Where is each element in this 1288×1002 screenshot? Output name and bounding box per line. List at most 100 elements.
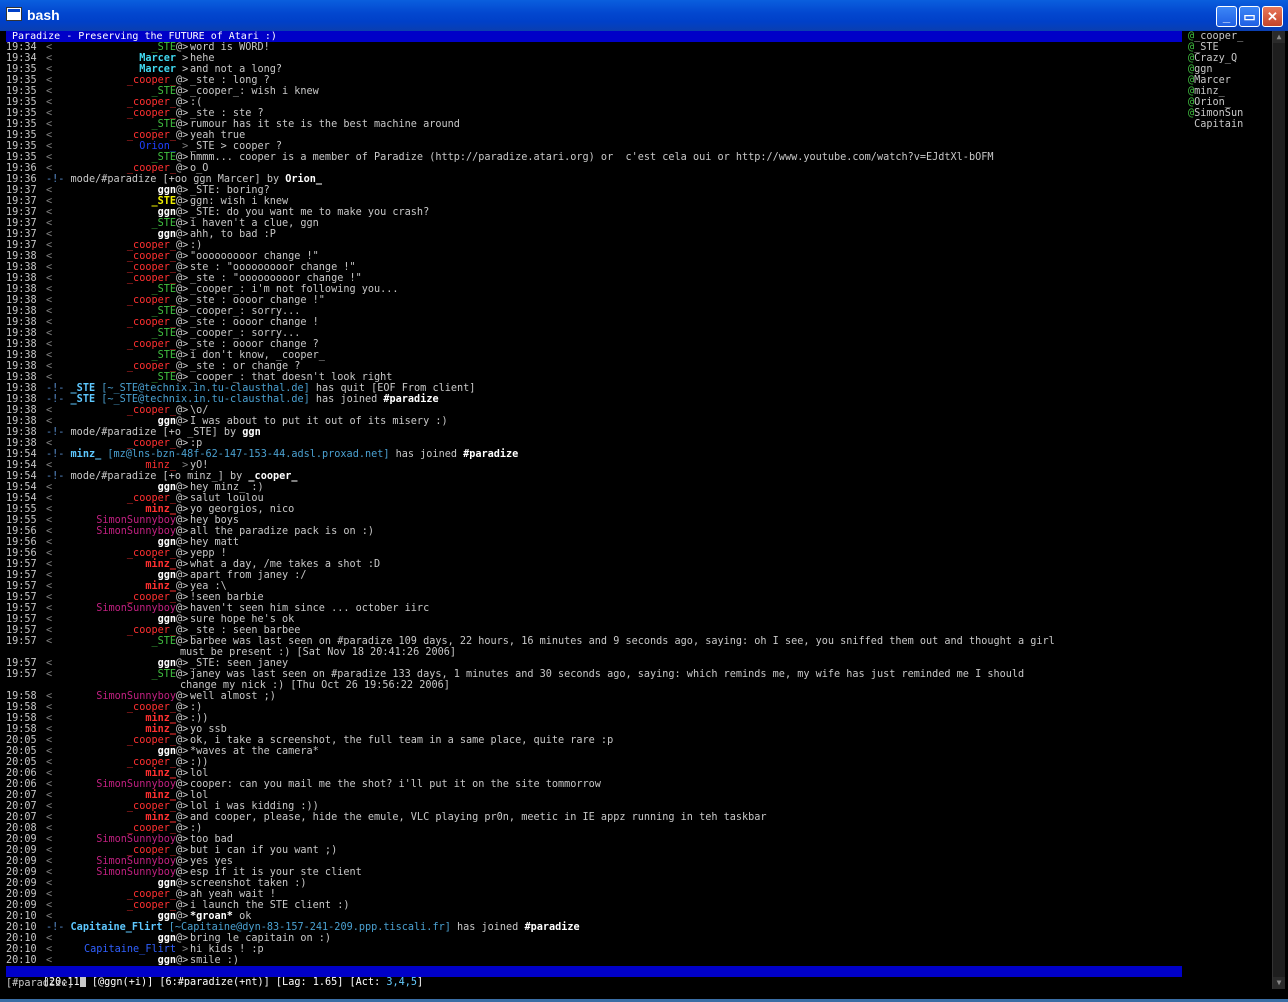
chat-line: 19:38 -!- _STE [~_STE@technix.in.tu-claus… xyxy=(6,383,1182,394)
chat-line: 19:35 < _STE@> rumour has it ste is the be… xyxy=(6,119,1182,130)
message-text: _cooper_: i'm not following you... xyxy=(190,284,399,295)
chat-line: 19:35 < _cooper_@> yeah true xyxy=(6,130,1182,141)
nick-list-item[interactable]: @SimonSun xyxy=(1188,108,1278,119)
nick-list-name: _STE xyxy=(1194,42,1219,53)
message-text: yo georgios, nico xyxy=(190,504,295,515)
timestamp: 20:06 xyxy=(6,779,37,790)
chat-line: 20:05 < _cooper_@> ok, i take a screenshot… xyxy=(6,735,1182,746)
nick-mode: @> xyxy=(176,405,195,416)
event-text: has quit [EOF From client] xyxy=(309,383,476,394)
nick-mode: @> xyxy=(176,130,195,141)
nick-list-item[interactable]: @Orion_ xyxy=(1188,97,1278,108)
scroll-down-icon[interactable]: ▼ xyxy=(1273,977,1285,989)
close-button[interactable]: ✕ xyxy=(1262,6,1283,27)
nick-open-bracket: < xyxy=(46,911,53,922)
timestamp: 20:09 xyxy=(6,889,37,900)
terminal-area[interactable]: Paradize - Preserving the FUTURE of Atar… xyxy=(4,31,1285,1002)
chat-line: 20:10 < ggn@> smile :) xyxy=(6,955,1182,966)
nick-open-bracket: < xyxy=(46,482,53,493)
console-icon xyxy=(6,7,22,21)
nick: _cooper_ xyxy=(126,889,176,900)
chat-line: 19:57 < minz_@> what a day, /me takes a sh… xyxy=(6,559,1182,570)
timestamp: 19:38 xyxy=(6,383,37,394)
nick-mode: @> xyxy=(176,746,195,757)
message-text: *waves at the camera* xyxy=(190,746,319,757)
nick-list-name: minz_ xyxy=(1194,86,1225,97)
minimize-button[interactable]: _ xyxy=(1216,6,1237,27)
nick-open-bracket: < xyxy=(46,86,53,97)
chat-line: 19:38 < _STE@> _cooper_: that doesn't look… xyxy=(6,372,1182,383)
nick-list-item[interactable]: @ggn xyxy=(1188,64,1278,75)
timestamp: 19:57 xyxy=(6,625,37,636)
nick-mode: @> xyxy=(176,295,195,306)
scroll-up-icon[interactable]: ▲ xyxy=(1273,31,1285,43)
chat-line: 20:09 < SimonSunnyboy@> too bad xyxy=(6,834,1182,845)
chat-line: 20:06 < minz_@> lol xyxy=(6,768,1182,779)
command-input[interactable]: [#paradize] xyxy=(6,977,1182,989)
nick-mode: @> xyxy=(176,416,195,427)
nick-mode: @> xyxy=(176,185,195,196)
nick-open-bracket: < xyxy=(46,559,53,570)
nick-list-name: Orion_ xyxy=(1194,97,1231,108)
nick-mode: @> xyxy=(176,229,195,240)
nick-list-item[interactable]: @Marcer xyxy=(1188,75,1278,86)
timestamp: 20:09 xyxy=(6,845,37,856)
chat-line: 19:55 < SimonSunnyboy@> hey boys xyxy=(6,515,1182,526)
nick-mode: > xyxy=(176,460,195,471)
title-bar[interactable]: bash _ ▭ ✕ xyxy=(0,0,1288,31)
scrollbar[interactable]: ▲ ▼ xyxy=(1272,31,1285,989)
chat-line: 20:10 -!- Capitaine_Flirt [~Capitaine@dyn… xyxy=(6,922,1182,933)
message-text: ah yeah wait ! xyxy=(190,889,276,900)
nick-open-bracket: < xyxy=(46,944,53,955)
chat-line: 19:57 < minz_@> yea :\ xyxy=(6,581,1182,592)
nick: _cooper_ xyxy=(126,625,176,636)
chat-line: 20:09 < SimonSunnyboy@> esp if it is your … xyxy=(6,867,1182,878)
nick-list-name: Crazy_Q xyxy=(1194,53,1238,64)
nick-mode: @> xyxy=(176,482,195,493)
nick: _STE xyxy=(151,328,176,339)
message-text: lol xyxy=(190,768,209,779)
event-channel: #paradize xyxy=(524,922,580,933)
timestamp: 19:35 xyxy=(6,64,37,75)
message-text: hi kids ! :p xyxy=(190,944,264,955)
timestamp: 19:38 xyxy=(6,251,37,262)
nick-list-item[interactable]: @_cooper_ xyxy=(1188,31,1278,42)
nick: _cooper_ xyxy=(126,262,176,273)
timestamp: 19:36 xyxy=(6,174,37,185)
message-text: yeah true xyxy=(190,130,246,141)
nick-mode: @> xyxy=(176,625,195,636)
chat-line: 19:58 < SimonSunnyboy@> well almost ;) xyxy=(6,691,1182,702)
chat-line: 19:37 < _cooper_@> :) xyxy=(6,240,1182,251)
nick-list-item[interactable]: @Crazy_Q xyxy=(1188,53,1278,64)
message-text: i launch the STE client :) xyxy=(190,900,350,911)
nick-open-bracket: < xyxy=(46,350,53,361)
nick-list-item[interactable]: Capitain xyxy=(1188,119,1278,130)
nick-list-item[interactable]: @minz_ xyxy=(1188,86,1278,97)
message-text: \o/ xyxy=(190,405,209,416)
message-text: _ste : seen barbee xyxy=(190,625,301,636)
timestamp: 19:57 xyxy=(6,570,37,581)
nick-list-item[interactable]: @_STE xyxy=(1188,42,1278,53)
chat-line: 19:57 < _cooper_@> _ste : seen barbee xyxy=(6,625,1182,636)
nick-mode: @> xyxy=(176,537,195,548)
nick-open-bracket: < xyxy=(46,306,53,317)
nick-mode: @> xyxy=(176,592,195,603)
nick-mode: @> xyxy=(176,372,195,383)
nick: _cooper_ xyxy=(126,163,176,174)
nick: minz_ xyxy=(145,768,176,779)
nick-open-bracket: < xyxy=(46,614,53,625)
chat-line: 19:38 < ggn@> I was about to put it out of… xyxy=(6,416,1182,427)
timestamp: 20:05 xyxy=(6,735,37,746)
chat-line: 19:57 < _cooper_@> !seen barbie xyxy=(6,592,1182,603)
nick-mode: @> xyxy=(176,42,195,53)
chat-line: 19:58 < minz_@> :)) xyxy=(6,713,1182,724)
nick: _cooper_ xyxy=(126,735,176,746)
nick: _cooper_ xyxy=(126,75,176,86)
maximize-button[interactable]: ▭ xyxy=(1239,6,1260,27)
chat-line: 19:57 < ggn@> sure hope he's ok xyxy=(6,614,1182,625)
nick-open-bracket: < xyxy=(46,515,53,526)
chat-line: 19:56 < ggn@> hey matt xyxy=(6,537,1182,548)
timestamp: 20:07 xyxy=(6,790,37,801)
chat-line: 19:37 < _STE@> i haven't a clue, ggn xyxy=(6,218,1182,229)
chat-line: 19:54 -!- mode/#paradize [+o minz_] by _c… xyxy=(6,471,1182,482)
